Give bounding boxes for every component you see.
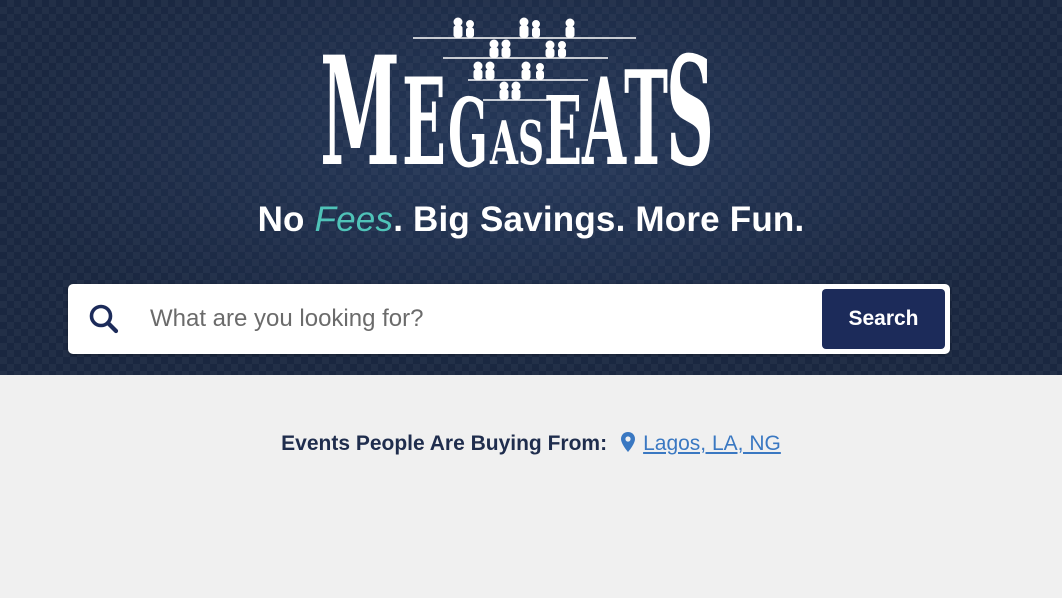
hero-banner: M E G A S E A T S No Fees. Big Savings. … bbox=[0, 0, 1062, 375]
logo-graphic: M E G A S E A T S bbox=[320, 17, 714, 172]
search-button[interactable]: Search bbox=[822, 289, 945, 349]
svg-text:A: A bbox=[582, 52, 627, 172]
svg-text:E: E bbox=[544, 76, 582, 172]
search-input[interactable] bbox=[150, 296, 800, 342]
map-pin-icon bbox=[621, 432, 636, 452]
location-label: Events People Are Buying From: bbox=[281, 432, 608, 455]
tagline-accent: Fees bbox=[314, 200, 394, 239]
tagline-suffix: . Big Savings. More Fun. bbox=[393, 200, 805, 239]
tagline-prefix: No bbox=[257, 200, 315, 239]
svg-text:E: E bbox=[402, 52, 446, 172]
svg-text:S: S bbox=[518, 109, 544, 172]
megaseats-logo[interactable]: M E G A S E A T S bbox=[318, 14, 718, 172]
svg-text:M: M bbox=[320, 24, 400, 172]
tagline: No Fees. Big Savings. More Fun. bbox=[0, 200, 1062, 240]
location-link[interactable]: Lagos, LA, NG bbox=[643, 432, 781, 455]
svg-text:A: A bbox=[489, 109, 518, 172]
svg-text:T: T bbox=[624, 42, 668, 172]
search-icon[interactable] bbox=[88, 303, 120, 335]
svg-text:S: S bbox=[666, 24, 714, 172]
location-row: Events People Are Buying From: Lagos, LA,… bbox=[0, 432, 1062, 456]
svg-text:G: G bbox=[448, 78, 488, 172]
